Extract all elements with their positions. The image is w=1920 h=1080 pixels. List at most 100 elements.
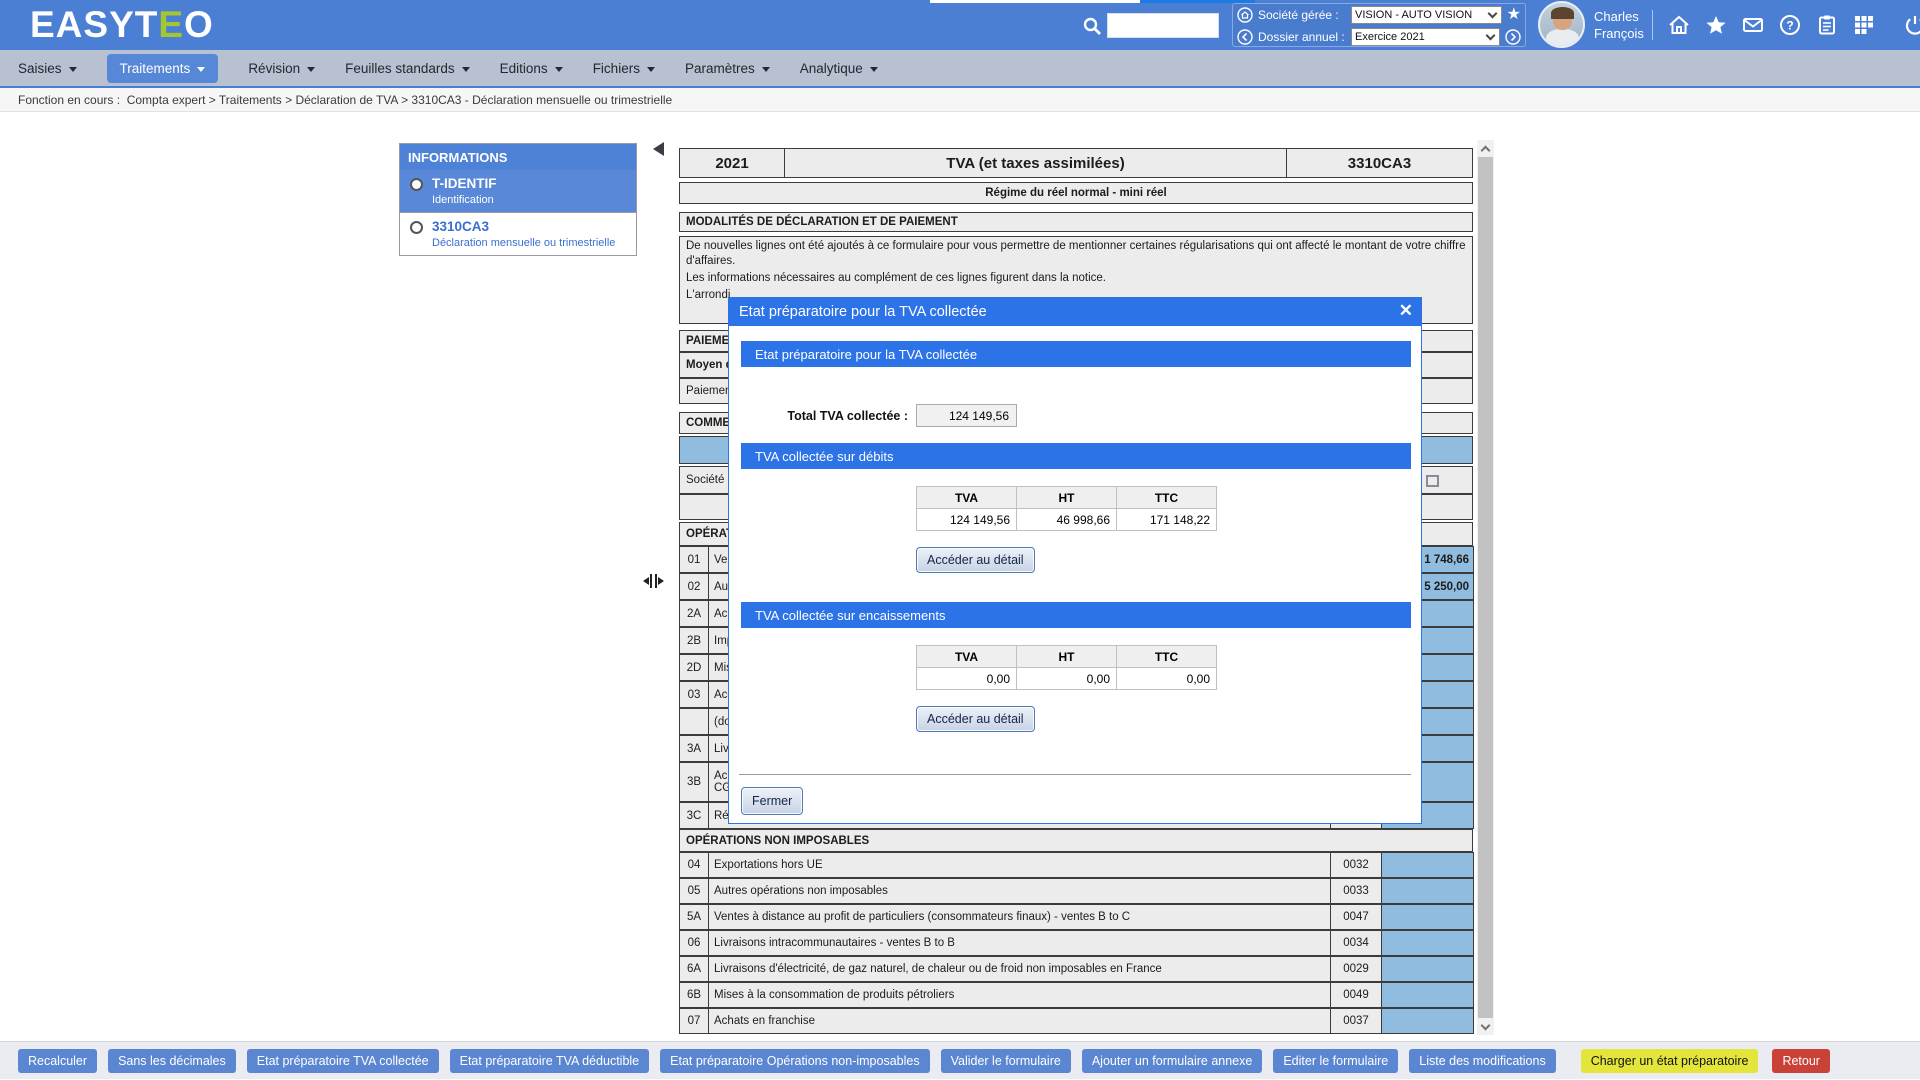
modal-section-total-header: Etat préparatoire pour la TVA collectée	[741, 341, 1411, 367]
breadcrumb: Fonction en cours : Compta expert > Trai…	[0, 88, 1920, 112]
row-value-cell[interactable]	[1381, 852, 1474, 878]
societe-select[interactable]: VISION - AUTO VISION	[1351, 6, 1502, 24]
scroll-down-icon[interactable]	[1477, 1018, 1494, 1035]
bottom-toolbar: Recalculer Sans les décimales Etat prépa…	[0, 1041, 1920, 1079]
menu-feuilles-standards[interactable]: Feuilles standards	[345, 61, 470, 76]
form-scrollbar[interactable]	[1477, 140, 1494, 1035]
mail-icon[interactable]	[1742, 14, 1764, 36]
scrollbar-thumb[interactable]	[1478, 157, 1493, 1018]
favorite-star-icon[interactable]: ★	[1507, 7, 1521, 23]
home-icon[interactable]	[1668, 14, 1690, 36]
row-value-cell[interactable]	[1381, 956, 1474, 982]
scroll-up-icon[interactable]	[1477, 140, 1494, 157]
sidebar-item-code: T-IDENTIF	[432, 176, 497, 191]
menu-editions[interactable]: Editions	[500, 61, 563, 76]
avatar[interactable]	[1538, 1, 1585, 48]
debits-ht-value: 46 998,66	[1017, 509, 1117, 531]
societe-value: VISION - AUTO VISION	[1355, 9, 1487, 21]
menu-label: Feuilles standards	[345, 61, 455, 76]
logo-accent-letter: E	[158, 4, 184, 45]
close-icon[interactable]: ✕	[1399, 301, 1413, 321]
sidebar-item-3310ca3[interactable]: 3310CA3 Déclaration mensuelle ou trimest…	[400, 212, 636, 255]
previous-circle-icon[interactable]	[1237, 29, 1253, 45]
menu-traitements[interactable]: Traitements	[107, 54, 219, 83]
encaissements-ht-value: 0,00	[1017, 668, 1117, 690]
form-code-cell: 3310CA3	[1286, 148, 1473, 178]
col-header-ht: HT	[1017, 646, 1117, 668]
row-value-cell[interactable]	[1381, 904, 1474, 930]
form-row-05: 05 Autres opérations non imposables 0033	[679, 878, 1474, 904]
sidebar-item-code: 3310CA3	[432, 219, 615, 234]
company-context-panel: Société gérée : VISION - AUTO VISION ★ D…	[1232, 3, 1526, 47]
menu-saisies[interactable]: Saisies	[18, 61, 77, 76]
ajouter-formulaire-annexe-button[interactable]: Ajouter un formulaire annexe	[1082, 1049, 1263, 1073]
menu-parametres[interactable]: Paramètres	[685, 61, 770, 76]
row-label: Achats en franchise	[708, 1008, 1331, 1034]
encaissements-detail-button[interactable]: Accéder au détail	[916, 706, 1035, 732]
chevron-down-icon	[762, 67, 770, 72]
etat-tva-deductible-button[interactable]: Etat préparatoire TVA déductible	[450, 1049, 650, 1073]
row-label: Autres opérations non imposables	[708, 878, 1331, 904]
retour-button[interactable]: Retour	[1772, 1049, 1830, 1073]
form-year-cell: 2021	[679, 148, 785, 178]
row-ref: 0034	[1330, 930, 1382, 956]
editer-formulaire-button[interactable]: Editer le formulaire	[1273, 1049, 1398, 1073]
modal-divider	[739, 774, 1411, 775]
row-ref: 0033	[1330, 878, 1382, 904]
societe-checkbox[interactable]	[1426, 475, 1439, 487]
row-code: 03	[679, 681, 709, 708]
row-value-cell[interactable]	[1381, 1008, 1474, 1034]
row-ref: 0047	[1330, 904, 1382, 930]
splitter-handle-icon[interactable]	[643, 573, 669, 589]
menu-revision[interactable]: Révision	[248, 61, 315, 76]
liste-modifications-button[interactable]: Liste des modifications	[1409, 1049, 1555, 1073]
etat-operations-non-imposables-button[interactable]: Etat préparatoire Opérations non-imposab…	[660, 1049, 929, 1073]
collapse-panel-icon[interactable]	[653, 142, 664, 156]
debits-ttc-value: 171 148,22	[1117, 509, 1217, 531]
etat-tva-collectee-button[interactable]: Etat préparatoire TVA collectée	[247, 1049, 439, 1073]
form-regime-row: Régime du réel normal - mini réel	[679, 182, 1473, 204]
dossier-select[interactable]: Exercice 2021	[1351, 28, 1500, 46]
row-value-cell[interactable]	[1381, 930, 1474, 956]
sidebar-item-t-identif[interactable]: T-IDENTIF Identification	[400, 170, 636, 212]
row-ref: 0032	[1330, 852, 1382, 878]
row-code: 6B	[679, 982, 709, 1008]
clipboard-icon[interactable]	[1816, 14, 1838, 36]
sans-decimales-button[interactable]: Sans les décimales	[108, 1049, 236, 1073]
debits-tva-value: 124 149,56	[917, 509, 1017, 531]
next-circle-icon[interactable]	[1505, 29, 1521, 45]
menu-label: Révision	[248, 61, 300, 76]
search-icon	[1082, 16, 1102, 36]
header-divider	[1652, 10, 1653, 40]
row-label: Mises à la consommation de produits pétr…	[708, 982, 1331, 1008]
power-icon[interactable]	[1904, 14, 1920, 36]
col-header-ttc: TTC	[1117, 487, 1217, 509]
menu-fichiers[interactable]: Fichiers	[593, 61, 655, 76]
fermer-button[interactable]: Fermer	[741, 787, 803, 815]
chevron-down-icon	[647, 67, 655, 72]
form-row-6a: 6A Livraisons d'électricité, de gaz natu…	[679, 956, 1474, 982]
notice-line: De nouvelles lignes ont été ajoutés à ce…	[680, 237, 1472, 269]
home-circle-icon[interactable]	[1237, 7, 1253, 23]
logo-text-1: EASYT	[30, 4, 158, 45]
charger-etat-preparatoire-button[interactable]: Charger un état préparatoire	[1581, 1049, 1759, 1073]
valider-formulaire-button[interactable]: Valider le formulaire	[941, 1049, 1071, 1073]
apps-grid-icon[interactable]	[1853, 14, 1875, 36]
star-icon[interactable]	[1705, 14, 1727, 36]
row-value-cell[interactable]	[1381, 878, 1474, 904]
debits-detail-button[interactable]: Accéder au détail	[916, 547, 1035, 573]
menu-analytique[interactable]: Analytique	[800, 61, 878, 76]
modal-title: Etat préparatoire pour la TVA collectée	[739, 304, 987, 320]
row-code: 02	[679, 573, 709, 600]
row-code: 5A	[679, 904, 709, 930]
societe-label: Société gérée :	[1258, 8, 1346, 22]
row-label: Ventes à distance au profit de particuli…	[708, 904, 1331, 930]
row-code: 2D	[679, 654, 709, 681]
row-code: 2A	[679, 600, 709, 627]
recalculer-button[interactable]: Recalculer	[18, 1049, 97, 1073]
help-icon[interactable]: ?	[1779, 14, 1801, 36]
row-value-cell[interactable]	[1381, 982, 1474, 1008]
search-input[interactable]	[1107, 13, 1219, 38]
row-code: 07	[679, 1008, 709, 1034]
modal-section-debits-header: TVA collectée sur débits	[741, 443, 1411, 469]
